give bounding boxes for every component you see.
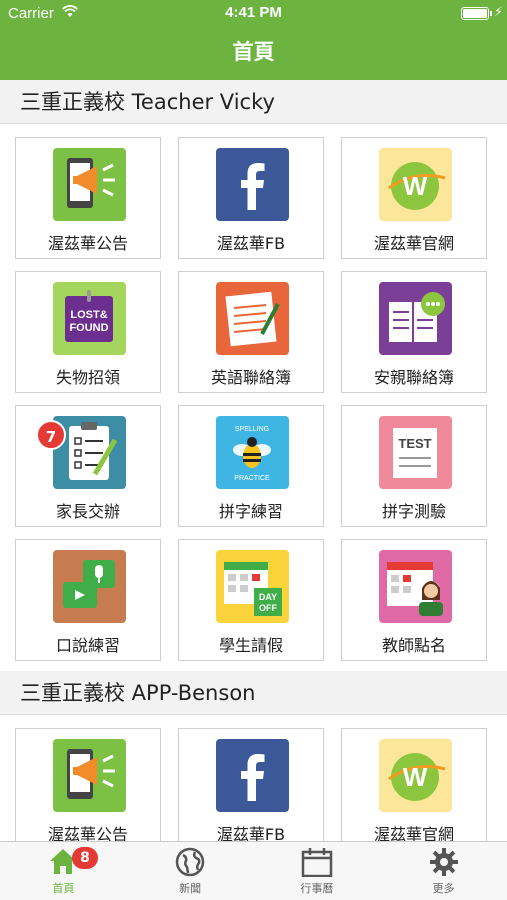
tab-calendar[interactable]: 行事曆 — [254, 842, 381, 900]
tile-website[interactable]: W 渥茲華官網 — [341, 137, 487, 259]
tile-label: 渥茲華FB — [216, 234, 286, 253]
tile-english-notebook[interactable]: 英語聯絡簿 — [178, 271, 324, 393]
svg-text:TEST: TEST — [398, 436, 431, 451]
tile-label: 渥茲華公告 — [47, 825, 128, 841]
facebook-icon — [216, 148, 289, 221]
battery-icon — [461, 7, 492, 20]
tile-label: 失物招領 — [55, 368, 120, 387]
tile-label: 拼字測驗 — [381, 502, 446, 521]
tile-afterschool-notebook[interactable]: 安親聯絡簿 — [341, 271, 487, 393]
tile-label: 渥茲華公告 — [47, 234, 128, 253]
tab-label: 新聞 — [179, 882, 202, 895]
tab-label: 首頁 — [52, 882, 75, 895]
tile-label: 渥茲華FB — [216, 825, 286, 841]
tile-label: 學生請假 — [218, 636, 283, 655]
section-header-teacher-vicky: 三重正義校 Teacher Vicky — [0, 80, 507, 124]
svg-text:FOUND: FOUND — [69, 322, 108, 334]
section-header-app-benson: 三重正義校 APP-Benson — [0, 671, 507, 715]
tab-badge: 8 — [72, 847, 98, 869]
svg-text:W: W — [403, 762, 428, 792]
status-bar: Carrier 4:41 PM ⚡ — [0, 0, 507, 28]
tile-announcement[interactable]: 渥茲華公告 — [15, 728, 161, 841]
speaking-practice-icon — [53, 550, 126, 623]
calendar-icon — [301, 848, 333, 877]
tile-website[interactable]: W 渥茲華官網 — [341, 728, 487, 841]
afterschool-notebook-icon — [379, 282, 452, 355]
tile-speaking-practice[interactable]: 口說練習 — [15, 539, 161, 661]
tile-label: 渥茲華官網 — [373, 825, 454, 841]
svg-text:SPELLING: SPELLING — [235, 426, 269, 433]
svg-text:W: W — [403, 171, 428, 201]
tile-facebook[interactable]: 渥茲華FB — [178, 728, 324, 841]
tile-label: 家長交辦 — [55, 502, 120, 521]
tile-parent-tasks[interactable]: 7 家長交辦 — [15, 405, 161, 527]
svg-text:LOST&: LOST& — [70, 309, 107, 321]
website-icon: W — [379, 739, 452, 812]
tile-grid-app-benson: 渥茲華公告 渥茲華FB W 渥茲華官網 — [0, 715, 507, 841]
spelling-test-icon: TEST — [379, 416, 452, 489]
gear-icon — [429, 848, 458, 876]
lost-found-icon: LOST& FOUND — [53, 282, 126, 355]
notification-badge: 7 — [36, 420, 66, 450]
spelling-practice-icon: SPELLING PRACTICE — [216, 416, 289, 489]
announcement-icon — [53, 739, 126, 812]
tile-announcement[interactable]: 渥茲華公告 — [15, 137, 161, 259]
tab-label: 更多 — [432, 882, 455, 895]
tile-label: 口說練習 — [55, 636, 120, 655]
tab-label: 行事曆 — [300, 882, 334, 895]
tile-lost-found[interactable]: LOST& FOUND 失物招領 — [15, 271, 161, 393]
tile-label: 渥茲華官網 — [373, 234, 454, 253]
tile-student-leave[interactable]: DAY OFF 學生請假 — [178, 539, 324, 661]
svg-text:OFF: OFF — [259, 603, 277, 613]
announcement-icon — [53, 148, 126, 221]
svg-text:DAY: DAY — [259, 592, 277, 602]
tab-news[interactable]: 新聞 — [127, 842, 254, 900]
home-scroll-view[interactable]: 三重正義校 Teacher Vicky 渥茲華公告 渥茲華FB W 渥茲華官網 … — [0, 80, 507, 841]
facebook-icon — [216, 739, 289, 812]
tile-roll-call[interactable]: 教師點名 — [341, 539, 487, 661]
tile-label: 安親聯絡簿 — [373, 368, 454, 387]
charging-icon: ⚡ — [493, 5, 503, 20]
tile-spelling-practice[interactable]: SPELLING PRACTICE 拼字練習 — [178, 405, 324, 527]
english-notebook-icon — [216, 282, 289, 355]
website-icon: W — [379, 148, 452, 221]
nav-title: 首頁 — [0, 28, 507, 80]
tab-bar: 8 首頁 新聞 行事曆 更多 — [0, 841, 507, 900]
tile-grid-teacher-vicky: 渥茲華公告 渥茲華FB W 渥茲華官網 LOST& FOUND 失物招領 英語聯絡… — [0, 124, 507, 671]
tile-spelling-test[interactable]: TEST 拼字測驗 — [341, 405, 487, 527]
roll-call-icon — [379, 550, 452, 623]
tab-home[interactable]: 8 首頁 — [0, 842, 127, 900]
tile-label: 教師點名 — [381, 636, 446, 655]
globe-icon — [175, 847, 205, 877]
student-leave-icon: DAY OFF — [216, 550, 289, 623]
tab-more[interactable]: 更多 — [380, 842, 507, 900]
svg-text:PRACTICE: PRACTICE — [234, 475, 270, 482]
tile-facebook[interactable]: 渥茲華FB — [178, 137, 324, 259]
tile-label: 拼字練習 — [218, 502, 283, 521]
tile-label: 英語聯絡簿 — [210, 368, 291, 387]
clock: 4:41 PM — [225, 4, 282, 21]
